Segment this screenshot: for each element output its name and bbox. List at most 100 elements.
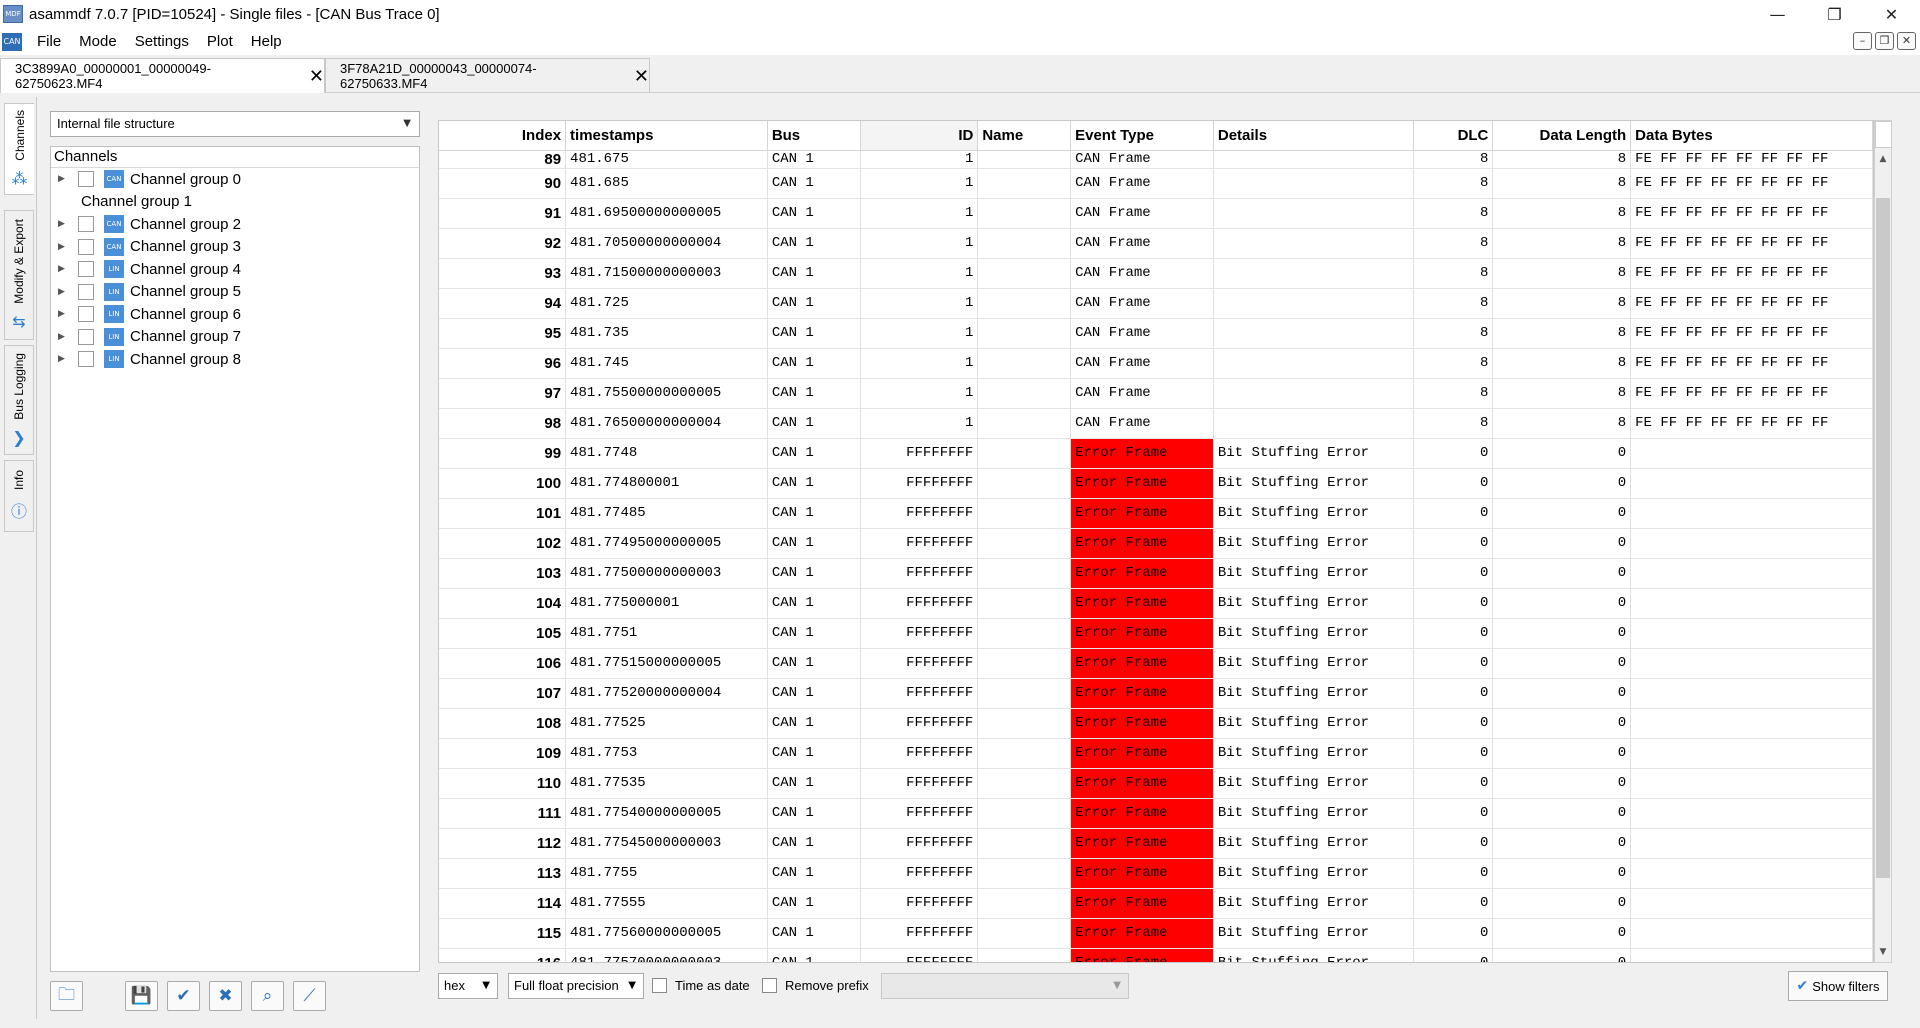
- cell-bus[interactable]: CAN 1: [767, 618, 861, 649]
- cell-data-bytes[interactable]: FE FF FF FF FF FF FF FF: [1630, 348, 1873, 379]
- cell-details[interactable]: [1213, 258, 1414, 289]
- tree-item-group-4[interactable]: ▶ LIN Channel group 4: [51, 258, 419, 281]
- cell-name[interactable]: [977, 318, 1072, 349]
- cell-data-length[interactable]: 0: [1492, 678, 1632, 709]
- scroll-up-icon[interactable]: ▲: [1875, 151, 1891, 167]
- cell-name[interactable]: [977, 768, 1072, 799]
- cell-data-length[interactable]: 8: [1492, 318, 1632, 349]
- checkbox-box[interactable]: [762, 978, 777, 993]
- cell-data-length[interactable]: 8: [1492, 408, 1632, 439]
- search-button[interactable]: ⌕: [251, 981, 284, 1011]
- cell-details[interactable]: [1213, 168, 1414, 199]
- cell-name[interactable]: [977, 498, 1072, 529]
- cell-event-type[interactable]: Error Frame: [1070, 858, 1214, 889]
- table-row[interactable]: 110 481.77535 CAN 1 FFFFFFFF Error Frame Bit …: [439, 768, 1873, 799]
- cell-index[interactable]: 116: [439, 948, 567, 962]
- cell-bus[interactable]: CAN 1: [767, 708, 861, 739]
- group-checkbox[interactable]: [78, 351, 94, 368]
- cell-bus[interactable]: CAN 1: [767, 408, 861, 439]
- table-row[interactable]: 92 481.70500000000004 CAN 1 1 CAN Frame 8 8 FE …: [439, 228, 1873, 259]
- cell-name[interactable]: [977, 528, 1072, 559]
- cell-bus[interactable]: CAN 1: [767, 918, 861, 949]
- cell-name[interactable]: [977, 150, 1072, 169]
- cell-timestamp[interactable]: 481.77525: [565, 708, 768, 739]
- cell-data-length[interactable]: 8: [1492, 198, 1632, 229]
- cell-name[interactable]: [977, 468, 1072, 499]
- cell-index[interactable]: 115: [439, 918, 567, 949]
- cell-index[interactable]: 90: [439, 168, 567, 199]
- cell-id[interactable]: FFFFFFFF: [860, 948, 979, 962]
- minimize-button[interactable]: —: [1749, 0, 1806, 28]
- cell-index[interactable]: 109: [439, 738, 567, 769]
- cell-dlc[interactable]: 0: [1413, 888, 1494, 919]
- maximize-button[interactable]: ❐: [1806, 0, 1863, 28]
- cell-details[interactable]: [1213, 318, 1414, 349]
- cell-dlc[interactable]: 0: [1413, 618, 1494, 649]
- cell-timestamp[interactable]: 481.77485: [565, 498, 768, 529]
- cell-timestamp[interactable]: 481.7755: [565, 858, 768, 889]
- cell-id[interactable]: 1: [860, 198, 979, 229]
- cell-data-length[interactable]: 8: [1492, 150, 1632, 169]
- cell-details[interactable]: Bit Stuffing Error: [1213, 498, 1414, 529]
- cell-id[interactable]: FFFFFFFF: [860, 858, 979, 889]
- table-row[interactable]: 89 481.675 CAN 1 1 CAN Frame 8 8 FE FF FF FF FF…: [439, 150, 1873, 169]
- group-checkbox[interactable]: [78, 216, 94, 233]
- cell-id[interactable]: FFFFFFFF: [860, 588, 979, 619]
- cell-id[interactable]: FFFFFFFF: [860, 708, 979, 739]
- table-row[interactable]: 95 481.735 CAN 1 1 CAN Frame 8 8 FE FF FF FF FF…: [439, 318, 1873, 349]
- tree-item-group-2[interactable]: ▶ CAN Channel group 2: [51, 213, 419, 236]
- cell-name[interactable]: [977, 378, 1072, 409]
- cell-bus[interactable]: CAN 1: [767, 228, 861, 259]
- menu-settings[interactable]: Settings: [126, 33, 198, 50]
- cell-bus[interactable]: CAN 1: [767, 318, 861, 349]
- cell-details[interactable]: [1213, 198, 1414, 229]
- subwindow-restore-button[interactable]: ❐: [1875, 32, 1894, 50]
- cell-name[interactable]: [977, 888, 1072, 919]
- cell-event-type[interactable]: CAN Frame: [1070, 318, 1214, 349]
- cell-details[interactable]: Bit Stuffing Error: [1213, 708, 1414, 739]
- cell-data-bytes[interactable]: FE FF FF FF FF FF FF FF: [1630, 408, 1873, 439]
- cell-bus[interactable]: CAN 1: [767, 378, 861, 409]
- cell-dlc[interactable]: 0: [1413, 438, 1494, 469]
- cell-id[interactable]: FFFFFFFF: [860, 558, 979, 589]
- cell-event-type[interactable]: CAN Frame: [1070, 150, 1214, 169]
- menu-plot[interactable]: Plot: [198, 33, 242, 50]
- cell-timestamp[interactable]: 481.77540000000005: [565, 798, 768, 829]
- cell-dlc[interactable]: 0: [1413, 798, 1494, 829]
- cell-dlc[interactable]: 8: [1413, 228, 1494, 259]
- subwindow-close-button[interactable]: ✕: [1897, 32, 1916, 50]
- cell-data-bytes[interactable]: FE FF FF FF FF FF FF FF: [1630, 288, 1873, 319]
- cell-data-length[interactable]: 0: [1492, 468, 1632, 499]
- tab-modify-export[interactable]: Modify & Export ⇆: [4, 210, 34, 340]
- cell-data-bytes[interactable]: [1630, 798, 1873, 829]
- cell-name[interactable]: [977, 558, 1072, 589]
- document-icon[interactable]: CAN: [2, 32, 22, 51]
- cell-data-length[interactable]: 8: [1492, 258, 1632, 289]
- cell-index[interactable]: 100: [439, 468, 567, 499]
- cell-id[interactable]: FFFFFFFF: [860, 918, 979, 949]
- cell-event-type[interactable]: CAN Frame: [1070, 258, 1214, 289]
- file-tab-1[interactable]: 3C3899A0_00000001_00000049-62750623.MF4 …: [0, 58, 325, 93]
- cell-timestamp[interactable]: 481.69500000000005: [565, 198, 768, 229]
- cell-dlc[interactable]: 0: [1413, 918, 1494, 949]
- tree-item-group-0[interactable]: ▶ CAN Channel group 0: [51, 168, 419, 191]
- expand-arrow-icon[interactable]: ▶: [58, 287, 70, 297]
- cell-name[interactable]: [977, 408, 1072, 439]
- cell-bus[interactable]: CAN 1: [767, 468, 861, 499]
- cell-data-bytes[interactable]: FE FF FF FF FF FF FF FF: [1630, 318, 1873, 349]
- cell-details[interactable]: Bit Stuffing Error: [1213, 678, 1414, 709]
- cell-data-bytes[interactable]: [1630, 438, 1873, 469]
- cell-data-length[interactable]: 0: [1492, 618, 1632, 649]
- cell-bus[interactable]: CAN 1: [767, 528, 861, 559]
- cell-index[interactable]: 96: [439, 348, 567, 379]
- cell-index[interactable]: 95: [439, 318, 567, 349]
- scroll-down-icon[interactable]: ▼: [1875, 944, 1891, 960]
- cell-name[interactable]: [977, 588, 1072, 619]
- cell-data-bytes[interactable]: [1630, 768, 1873, 799]
- cell-dlc[interactable]: 8: [1413, 198, 1494, 229]
- group-checkbox[interactable]: [78, 238, 94, 255]
- cell-timestamp[interactable]: 481.775000001: [565, 588, 768, 619]
- cell-name[interactable]: [977, 738, 1072, 769]
- cell-event-type[interactable]: Error Frame: [1070, 678, 1214, 709]
- cell-data-length[interactable]: 8: [1492, 348, 1632, 379]
